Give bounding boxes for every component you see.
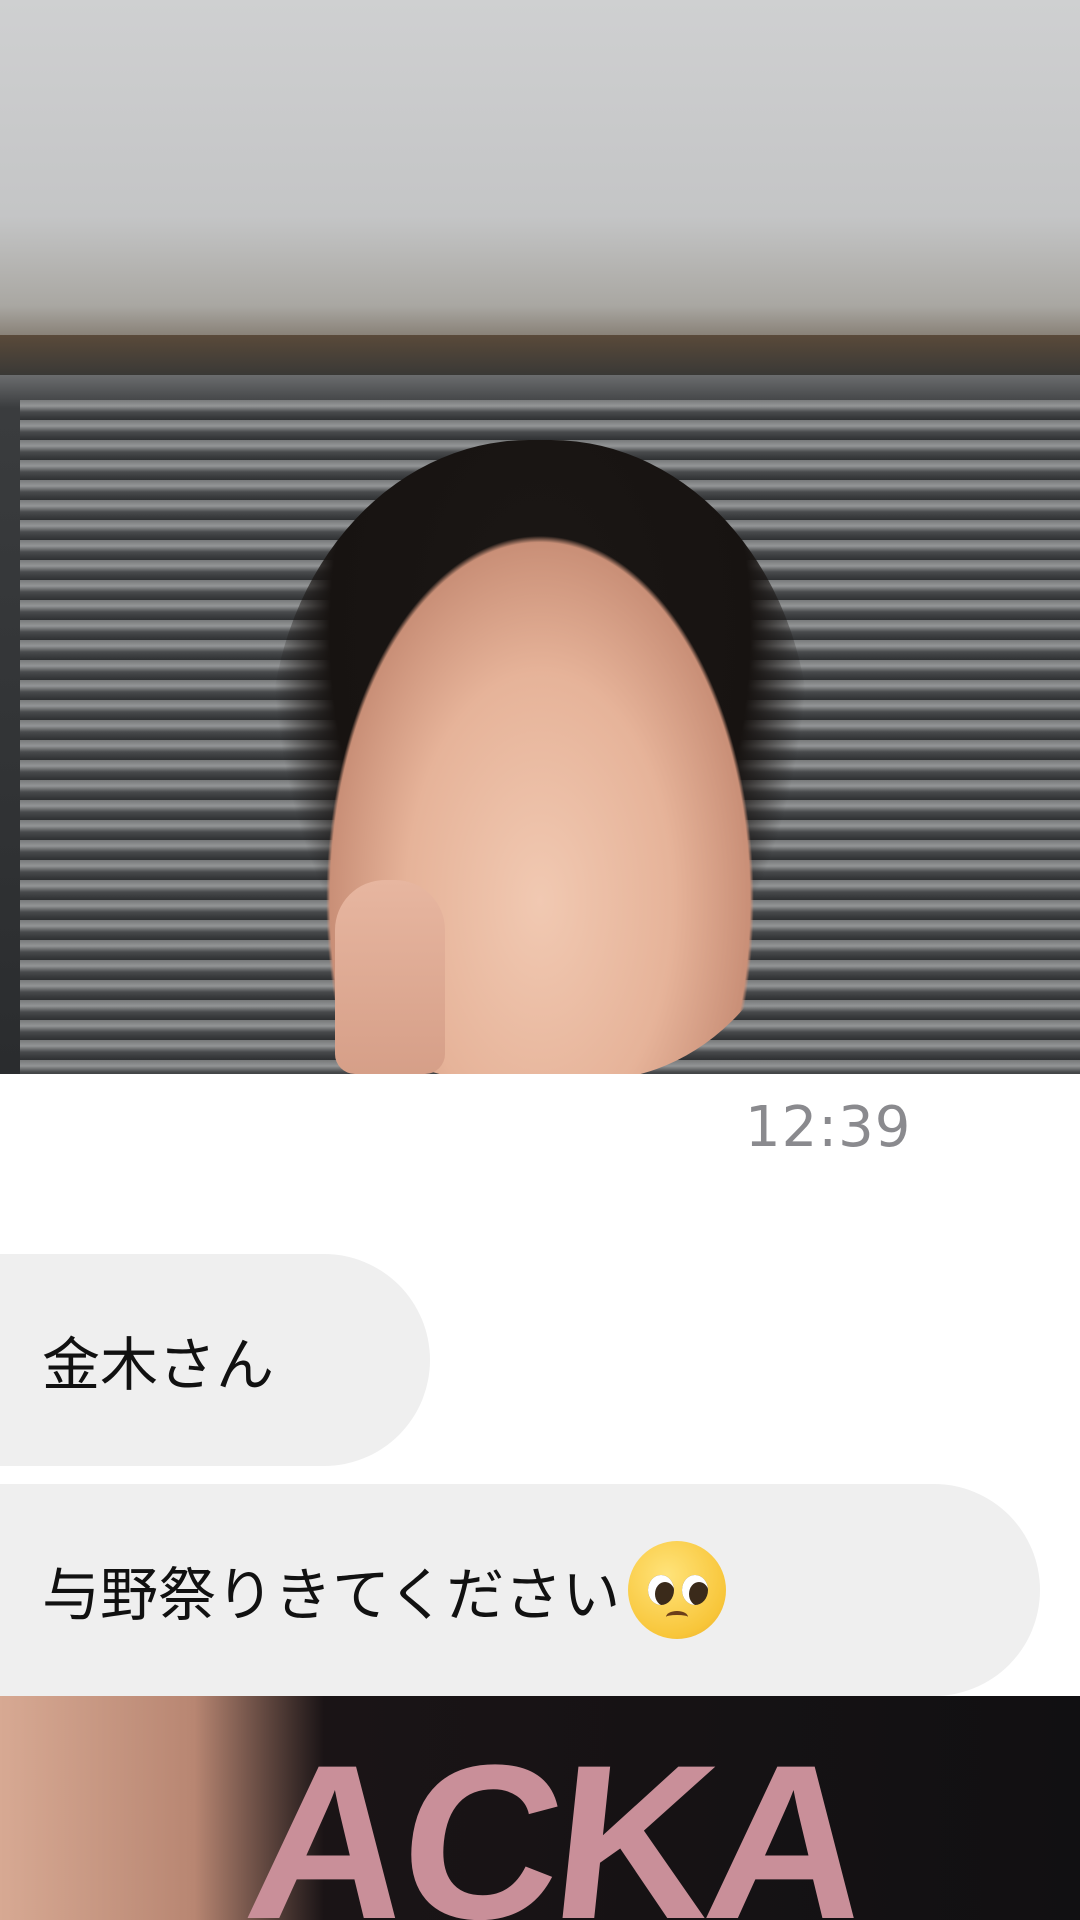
pleading-face-emoji [628,1541,727,1639]
message-timestamp: 12:39 [745,1095,912,1160]
photo-background-beam [0,335,1080,375]
message-text: 与野祭りきてください [42,1561,621,1629]
shared-photo-bottom[interactable]: ACKA [0,1696,1080,1920]
message-text: 金木さん [42,1331,275,1399]
message-bubble[interactable]: 金木さん [0,1254,430,1466]
photo-background-wall [0,0,1080,360]
shared-photo-top[interactable] [0,0,1080,1074]
photo-shirt-print: ACKA [237,1719,875,1920]
photo-hand [335,880,445,1074]
message-bubble[interactable]: 与野祭りきてください [0,1484,1040,1696]
